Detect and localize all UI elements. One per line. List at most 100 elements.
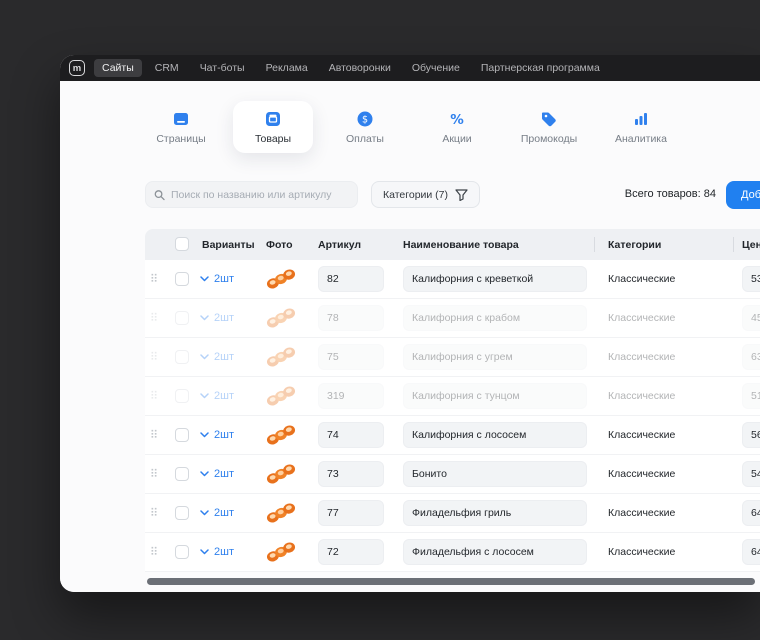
row-checkbox[interactable] <box>175 467 189 481</box>
tab-promocodes[interactable]: Промокоды <box>509 101 589 153</box>
tab-analytics[interactable]: Аналитика <box>601 101 681 153</box>
total-products-label: Всего товаров: 84 <box>625 188 716 200</box>
variants-toggle[interactable]: 2шт <box>200 273 234 285</box>
tab-label: Промокоды <box>521 133 577 145</box>
horizontal-scrollbar[interactable] <box>147 578 755 585</box>
drag-handle-icon[interactable]: ⠿ <box>150 390 158 403</box>
product-name-field[interactable]: Калифорния с лососем <box>403 422 587 448</box>
product-row: ⠿ 2шт 77 Филадельф <box>145 494 760 533</box>
chevron-down-icon <box>200 276 209 282</box>
variants-toggle[interactable]: 2шт <box>200 468 234 480</box>
drag-handle-icon[interactable]: ⠿ <box>150 429 158 442</box>
drag-handle-icon[interactable]: ⠿ <box>150 351 158 364</box>
product-name-field[interactable]: Калифорния с крабом <box>403 305 587 331</box>
product-name-field[interactable]: Калифорния с угрем <box>403 344 587 370</box>
product-name-field[interactable]: Бонито <box>403 461 587 487</box>
select-all-checkbox[interactable] <box>175 237 189 251</box>
variants-toggle[interactable]: 2шт <box>200 351 234 363</box>
variants-toggle[interactable]: 2шт <box>200 312 234 324</box>
chevron-down-icon <box>200 354 209 360</box>
main-column: Страницы Товары $ Оплаты % Акции <box>145 81 760 592</box>
category-label: Классические <box>608 312 675 324</box>
variant-count-label: 2шт <box>214 390 234 402</box>
tab-products[interactable]: Товары <box>233 101 313 153</box>
product-row: ⠿ 2шт 75 Калифорни <box>145 338 760 377</box>
sku-field[interactable]: 78 <box>318 305 384 331</box>
drag-handle-icon[interactable]: ⠿ <box>150 312 158 325</box>
search-input[interactable] <box>171 189 349 201</box>
product-name-field[interactable]: Калифорния с креветкой <box>403 266 587 292</box>
variants-toggle[interactable]: 2шт <box>200 546 234 558</box>
nav-item-chatbots[interactable]: Чат-боты <box>192 59 253 77</box>
nav-item-education[interactable]: Обучение <box>404 59 468 77</box>
price-field[interactable]: 51 <box>742 383 760 409</box>
variants-toggle[interactable]: 2шт <box>200 390 234 402</box>
product-name-field[interactable]: Калифорния с тунцом <box>403 383 587 409</box>
nav-item-ads[interactable]: Реклама <box>258 59 316 77</box>
row-checkbox[interactable] <box>175 350 189 364</box>
variant-count-label: 2шт <box>214 468 234 480</box>
variants-toggle[interactable]: 2шт <box>200 507 234 519</box>
price-field[interactable]: 63 <box>742 344 760 370</box>
header-price: Цена <box>742 239 760 251</box>
add-product-button[interactable]: Добавить <box>726 181 760 209</box>
sku-field[interactable]: 319 <box>318 383 384 409</box>
price-field[interactable]: 64 <box>742 539 760 565</box>
nav-item-partner-program[interactable]: Партнерская программа <box>473 59 608 77</box>
variant-count-label: 2шт <box>214 312 234 324</box>
sku-field[interactable]: 75 <box>318 344 384 370</box>
product-row: ⠿ 2шт 73 Бонито <box>145 455 760 494</box>
price-field[interactable]: 56 <box>742 422 760 448</box>
price-field[interactable]: 53 <box>742 266 760 292</box>
filter-funnel-icon <box>455 189 468 201</box>
tab-payments[interactable]: $ Оплаты <box>325 101 405 153</box>
product-table-body: ⠿ 2шт 82 Калифорни <box>145 260 760 572</box>
chevron-down-icon <box>200 510 209 516</box>
drag-handle-icon[interactable]: ⠿ <box>150 468 158 481</box>
chevron-down-icon <box>200 393 209 399</box>
row-checkbox[interactable] <box>175 506 189 520</box>
price-field[interactable]: 64 <box>742 500 760 526</box>
row-checkbox[interactable] <box>175 311 189 325</box>
price-field[interactable]: 54 <box>742 461 760 487</box>
product-photo <box>264 502 298 524</box>
sku-field[interactable]: 82 <box>318 266 384 292</box>
category-label: Классические <box>608 507 675 519</box>
price-field[interactable]: 45 <box>742 305 760 331</box>
header-name: Наименование товара <box>403 239 519 251</box>
product-name-field[interactable]: Филадельфия с лососем <box>403 539 587 565</box>
desktop-background: m Сайты CRM Чат-боты Реклама Автоворонки… <box>0 0 760 640</box>
categories-filter-label: Категории (7) <box>383 189 448 201</box>
product-name-field[interactable]: Филадельфия гриль <box>403 500 587 526</box>
tab-label: Товары <box>255 133 291 145</box>
drag-handle-icon[interactable]: ⠿ <box>150 507 158 520</box>
sku-field[interactable]: 73 <box>318 461 384 487</box>
sku-field[interactable]: 77 <box>318 500 384 526</box>
nav-item-funnels[interactable]: Автоворонки <box>321 59 399 77</box>
app-logo-icon[interactable]: m <box>69 60 85 76</box>
row-checkbox[interactable] <box>175 545 189 559</box>
search-field-wrap <box>145 181 358 208</box>
nav-item-crm[interactable]: CRM <box>147 59 187 77</box>
tab-pages[interactable]: Страницы <box>141 101 221 153</box>
variants-toggle[interactable]: 2шт <box>200 429 234 441</box>
nav-item-sites[interactable]: Сайты <box>94 59 142 77</box>
toolbar: Категории (7) Всего товаров: 84 Добавить <box>145 181 760 209</box>
tab-label: Акции <box>442 133 471 145</box>
row-checkbox[interactable] <box>175 272 189 286</box>
sku-field[interactable]: 72 <box>318 539 384 565</box>
promocode-tag-icon <box>540 110 558 128</box>
drag-handle-icon[interactable]: ⠿ <box>150 546 158 559</box>
top-nav-items: Сайты CRM Чат-боты Реклама Автоворонки О… <box>94 59 608 77</box>
tab-label: Страницы <box>156 133 205 145</box>
row-checkbox[interactable] <box>175 428 189 442</box>
top-navigation: m Сайты CRM Чат-боты Реклама Автоворонки… <box>60 55 760 81</box>
tab-promotions[interactable]: % Акции <box>417 101 497 153</box>
sushi-thumbnail-icon <box>264 541 298 563</box>
header-sku: Артикул <box>318 239 361 251</box>
variant-count-label: 2шт <box>214 273 234 285</box>
categories-filter-button[interactable]: Категории (7) <box>371 181 480 208</box>
row-checkbox[interactable] <box>175 389 189 403</box>
sku-field[interactable]: 74 <box>318 422 384 448</box>
drag-handle-icon[interactable]: ⠿ <box>150 273 158 286</box>
